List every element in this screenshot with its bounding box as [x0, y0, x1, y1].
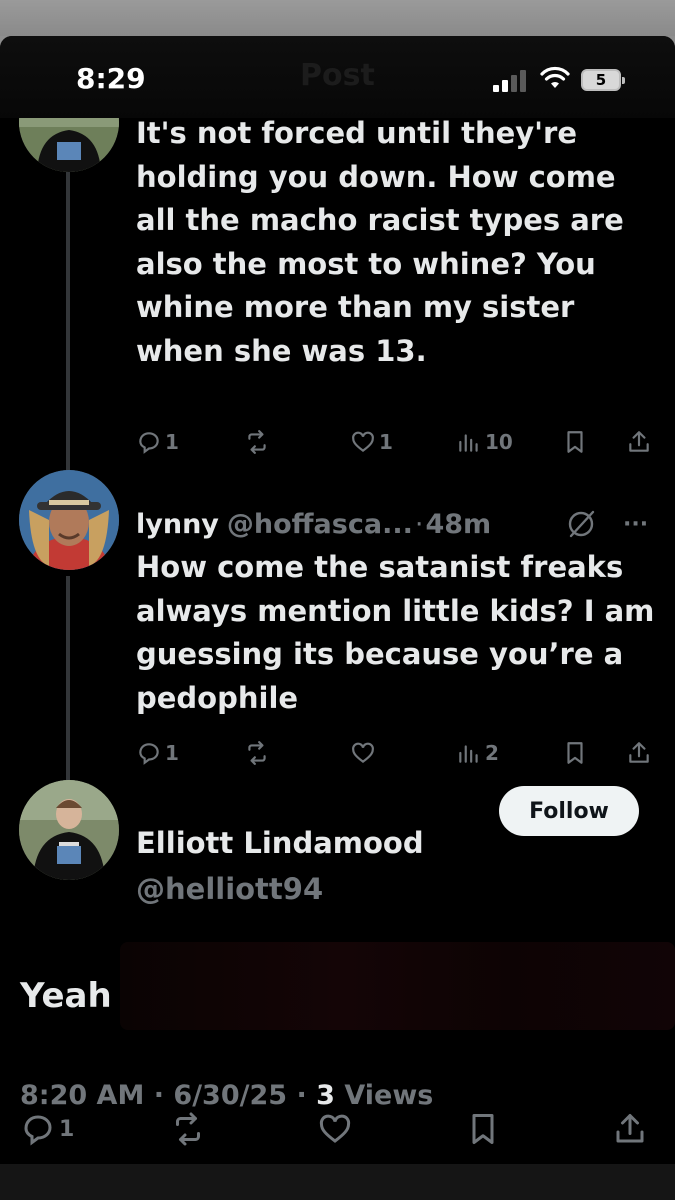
reply-icon [24, 1115, 52, 1146]
share-icon [629, 742, 649, 763]
reply2-actions: 1 2 [136, 740, 656, 770]
bookmark-button[interactable] [465, 1111, 501, 1147]
reply-count: 1 [165, 430, 179, 454]
share-icon [616, 1114, 644, 1143]
like-button[interactable]: 1 [350, 429, 393, 455]
redacted-area [120, 942, 675, 1030]
main-post-handle[interactable]: @helliott94 [136, 872, 323, 906]
signal-icon [493, 70, 526, 92]
views-button[interactable]: 10 [456, 429, 513, 455]
main-post-name[interactable]: Elliott Lindamood [136, 826, 424, 860]
like-icon [352, 742, 374, 764]
bookmark-icon [567, 742, 583, 764]
reply1-text: It's not forced until they're holding yo… [136, 116, 624, 368]
reply2-header: lynny @hoffasca... · 48m ··· [136, 504, 656, 544]
follow-button[interactable]: Follow [499, 786, 639, 836]
reply-icon [139, 432, 159, 454]
repost-button[interactable] [244, 740, 270, 766]
bookmark-button[interactable] [562, 740, 588, 766]
views-label[interactable]: Views [344, 1080, 433, 1111]
reply-icon [139, 743, 159, 765]
bookmark-icon [567, 431, 583, 453]
views-total: 3 [316, 1080, 335, 1111]
header-title: Post [300, 58, 375, 93]
repost-icon [248, 430, 266, 454]
main-post-actions: 1 [0, 1111, 675, 1161]
like-button[interactable] [317, 1111, 353, 1147]
post-meta: 8:20 AM · 6/30/25 · 3 Views [20, 1080, 433, 1111]
top-strip [0, 0, 675, 36]
share-button[interactable] [626, 429, 652, 455]
more-icon[interactable]: ··· [623, 512, 648, 537]
views-icon [459, 745, 478, 763]
like-button[interactable] [350, 740, 376, 766]
repost-icon [248, 741, 266, 765]
views-icon [459, 434, 478, 452]
reply-count: 1 [165, 741, 179, 765]
reply1-actions: 1 1 10 [136, 429, 656, 459]
status-time: 8:29 [76, 62, 146, 95]
bookmark-icon [472, 1114, 494, 1144]
like-icon [319, 1114, 351, 1143]
views-button[interactable]: 2 [456, 740, 499, 766]
post-time: 8:20 AM [20, 1080, 145, 1111]
reply-button[interactable]: 1 [136, 740, 179, 766]
repost-button[interactable] [244, 429, 270, 455]
post-date: 6/30/25 [173, 1080, 288, 1111]
separator-dot: · [153, 1080, 164, 1111]
grok-icon[interactable] [566, 509, 596, 539]
wifi-icon [540, 66, 570, 88]
battery-indicator: 5 [581, 69, 625, 91]
reply2-name[interactable]: lynny [136, 509, 219, 540]
reply2-handle[interactable]: @hoffasca... [227, 509, 413, 540]
repost-button[interactable] [170, 1111, 206, 1147]
share-button[interactable] [626, 740, 652, 766]
reply-count: 1 [59, 1116, 75, 1142]
reply2-time[interactable]: 48m [425, 509, 491, 540]
reply-button[interactable]: 1 [20, 1111, 74, 1147]
like-icon [352, 431, 374, 453]
bottom-strip [0, 1164, 675, 1200]
separator-dot: · [296, 1080, 307, 1111]
bookmark-button[interactable] [562, 429, 588, 455]
views-count: 2 [485, 741, 499, 765]
thread-line [66, 576, 70, 808]
share-icon [629, 431, 649, 452]
repost-icon [176, 1112, 200, 1146]
like-count: 1 [379, 430, 393, 454]
reply2-avatar[interactable] [19, 470, 119, 570]
views-count: 10 [485, 430, 513, 454]
share-button[interactable] [612, 1111, 648, 1147]
main-post-avatar[interactable] [19, 780, 119, 880]
status-bar: 8:29 Post 5 [0, 36, 675, 118]
thread-line [66, 156, 70, 498]
reply2-text: How come the satanist freaks always ment… [136, 550, 655, 715]
main-post-text: Yeah [20, 976, 112, 1016]
separator-dot: · [414, 508, 424, 540]
reply-button[interactable]: 1 [136, 429, 179, 455]
phone-screen: 8:29 Post 5 It's not forced until they'r… [0, 36, 675, 1200]
